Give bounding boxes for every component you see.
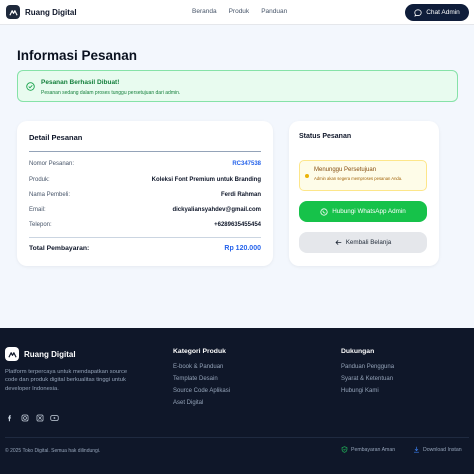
secure-payment-badge: Pembayaran Aman [341,446,395,453]
phone-value: +6289635455454 [214,222,261,228]
nav-link-produk[interactable]: Produk [229,8,250,15]
whatsapp-admin-button[interactable]: Hubungi WhatsApp Admin [299,201,427,222]
chat-admin-button[interactable]: Chat Admin [405,4,469,21]
main-nav: Beranda Produk Panduan [192,8,287,15]
secure-payment-label: Pembayaran Aman [351,446,396,453]
copyright-text: © 2025 Toko Digital. Semua hak dilindung… [5,448,101,454]
divider [29,151,261,152]
nav-link-beranda[interactable]: Beranda [192,8,217,15]
download-icon [414,446,419,453]
footer-link-contact[interactable]: Hubungi Kami [341,388,379,394]
page-title: Informasi Pesanan [17,48,138,63]
detail-row-order-number: Nomor Pesanan: RC347538 [29,161,261,167]
product-value: Koleksi Font Premium untuk Branding [151,177,261,183]
check-circle-icon [26,82,35,91]
total-row: Total Pembayaran: Rp 120.000 [29,245,261,252]
brand-name: Ruang Digital [25,7,77,17]
footer-divider [5,437,469,438]
brand-logo-icon [6,5,20,19]
footer-brand[interactable]: Ruang Digital [5,347,76,361]
order-detail-card: Detail Pesanan Nomor Pesanan: RC347538 P… [17,121,273,266]
detail-label: Produk: [29,177,50,183]
detail-label: Telepon: [29,222,52,228]
top-navbar: Ruang Digital Beranda Produk Panduan Cha… [0,0,474,25]
order-detail-title: Detail Pesanan [29,133,83,142]
order-status-card: Status Pesanan Menunggu Persetujuan Admi… [289,121,439,266]
alert-message: Pesanan sedang dalam proses tunggu perse… [41,90,181,96]
footer-link-user-guide[interactable]: Panduan Pengguna [341,364,394,370]
detail-row-email: Email: dickyaliansyahdev@gmail.com [29,207,261,213]
footer-link-template[interactable]: Template Desain [173,376,218,382]
whatsapp-button-label: Hubungi WhatsApp Admin [332,208,406,215]
divider [29,237,261,238]
chat-bubble-icon [414,8,422,17]
social-links [5,413,59,422]
whatsapp-icon [320,207,328,216]
detail-row-buyer: Nama Pembeli: Ferdi Rahman [29,192,261,198]
shield-check-icon [341,446,348,453]
footer-link-terms[interactable]: Syarat & Ketentuan [341,376,393,382]
footer-logo-icon [5,347,19,361]
arrow-left-icon [335,240,342,245]
brand-logo[interactable]: Ruang Digital [6,5,77,19]
status-note: Admin akan segera memproses pesanan Anda… [314,176,403,181]
detail-label: Nomor Pesanan: [29,161,75,167]
twitter-icon[interactable] [35,413,44,422]
email-value: dickyaliansyahdev@gmail.com [172,207,261,213]
detail-label: Email: [29,207,46,213]
total-value: Rp 120.000 [224,245,261,252]
detail-row-product: Produk: Koleksi Font Premium untuk Brand… [29,177,261,183]
instagram-icon[interactable] [20,413,29,422]
site-footer: Ruang Digital Platform terpercaya untuk … [0,328,474,474]
nav-link-panduan[interactable]: Panduan [261,8,287,15]
success-alert: Pesanan Berhasil Dibuat! Pesanan sedang … [17,70,458,102]
order-status-title: Status Pesanan [299,133,352,140]
footer-support-title: Dukungan [341,348,375,355]
footer-description: Platform terpercaya untuk mendapatkan so… [5,369,128,392]
instant-download-badge: Download Instan [413,446,462,453]
buyer-value: Ferdi Rahman [220,192,261,198]
detail-row-phone: Telepon: +6289635455454 [29,222,261,228]
footer-brand-name: Ruang Digital [24,349,76,359]
chat-admin-label: Chat Admin [426,9,460,16]
back-to-shop-button[interactable]: Kembali Belanja [299,232,427,253]
total-label: Total Pembayaran: [29,245,90,252]
footer-categories-title: Kategori Produk [173,348,226,355]
footer-link-digital-assets[interactable]: Aset Digital [173,400,203,406]
status-state: Menunggu Persetujuan [314,167,377,173]
facebook-icon[interactable] [5,413,14,422]
youtube-icon[interactable] [50,413,59,422]
order-number-value: RC347538 [232,161,261,167]
alert-title: Pesanan Berhasil Dibuat! [41,79,120,86]
footer-link-ebook[interactable]: E-book & Panduan [173,364,223,370]
footer-link-source-code[interactable]: Source Code Aplikasi [173,388,230,394]
detail-label: Nama Pembeli: [29,192,71,198]
status-badge: Menunggu Persetujuan Admin akan segera m… [299,160,427,191]
back-button-label: Kembali Belanja [345,239,392,246]
instant-download-label: Download Instan [423,446,462,453]
pending-dot-icon [305,174,309,178]
